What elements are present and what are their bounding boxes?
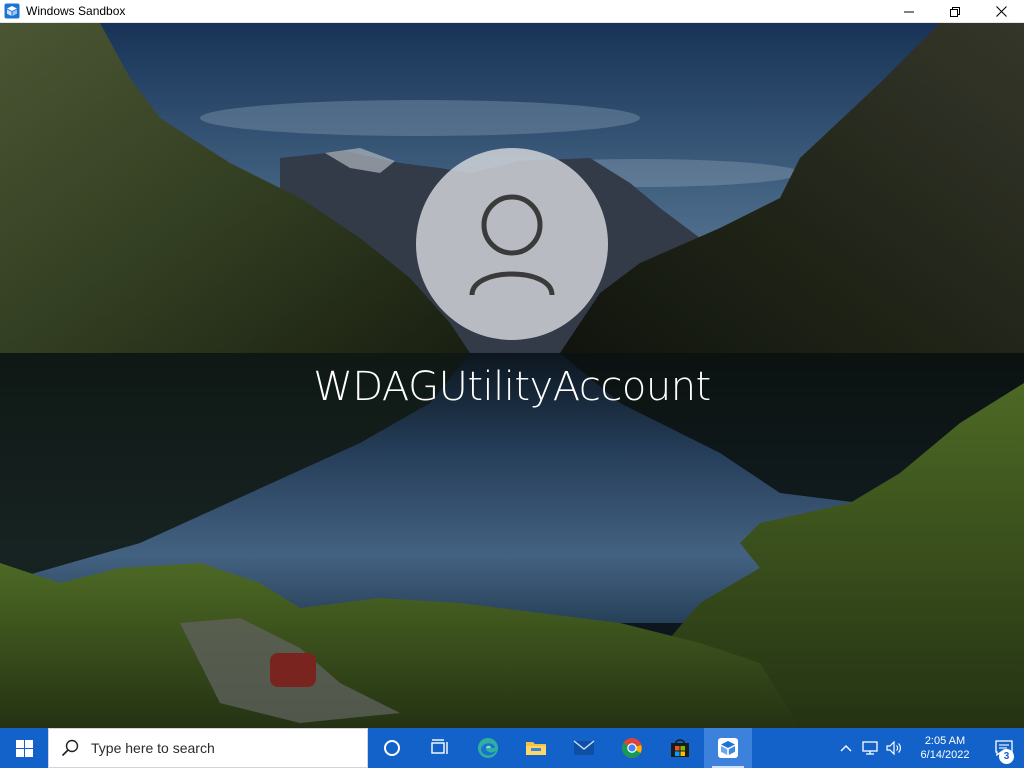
user-icon	[469, 194, 555, 296]
chrome-icon	[622, 738, 642, 758]
system-tray: 2:05 AM 6/14/2022 3	[834, 728, 1024, 768]
close-button[interactable]	[978, 0, 1024, 23]
taskbar-mail-button[interactable]	[560, 728, 608, 768]
mail-icon	[573, 740, 595, 755]
store-icon	[671, 739, 689, 757]
taskbar-search-box[interactable]	[48, 728, 368, 768]
search-input[interactable]	[89, 739, 333, 757]
window-title: Windows Sandbox	[26, 4, 126, 18]
action-center-button[interactable]: 3	[984, 728, 1024, 768]
taskbar-store-button[interactable]	[656, 728, 704, 768]
task-view-icon	[431, 739, 448, 754]
maximize-icon	[950, 6, 960, 17]
taskbar-apps	[368, 728, 752, 768]
start-button[interactable]	[0, 728, 48, 768]
minimize-button[interactable]	[886, 0, 932, 23]
show-hidden-icons-button[interactable]	[834, 728, 858, 768]
clock-time: 2:05 AM	[924, 735, 966, 747]
network-icon	[862, 741, 878, 755]
taskbar-windows-sandbox-button[interactable]	[704, 728, 752, 768]
cortana-icon	[384, 740, 400, 756]
taskbar: 2:05 AM 6/14/2022 3	[0, 728, 1024, 768]
minimize-icon	[904, 11, 914, 12]
user-avatar[interactable]	[416, 148, 608, 340]
clock-date: 6/14/2022	[920, 749, 970, 761]
window-controls	[886, 0, 1024, 23]
taskbar-cortana-button[interactable]	[368, 728, 416, 768]
search-icon	[61, 739, 79, 757]
volume-button[interactable]	[882, 728, 906, 768]
folder-icon	[526, 742, 546, 755]
taskbar-file-explorer-button[interactable]	[512, 728, 560, 768]
maximize-button[interactable]	[932, 0, 978, 23]
sandbox-icon	[4, 3, 20, 19]
window-titlebar: Windows Sandbox	[0, 0, 1024, 23]
username-label: WDAGUtilityAccount	[313, 364, 711, 410]
windows-logo-icon	[15, 739, 33, 757]
taskbar-edge-button[interactable]	[464, 728, 512, 768]
volume-icon	[886, 741, 901, 755]
sandbox-icon	[718, 738, 738, 758]
notification-count-badge: 3	[999, 749, 1014, 764]
close-icon	[995, 6, 1007, 17]
taskbar-task-view-button[interactable]	[416, 728, 464, 768]
taskbar-chrome-button[interactable]	[608, 728, 656, 768]
network-button[interactable]	[858, 728, 882, 768]
clock[interactable]: 2:05 AM 6/14/2022	[906, 728, 984, 768]
chevron-up-icon	[840, 745, 852, 752]
edge-icon	[478, 738, 498, 758]
lock-screen[interactable]: WDAGUtilityAccount	[0, 23, 1024, 728]
